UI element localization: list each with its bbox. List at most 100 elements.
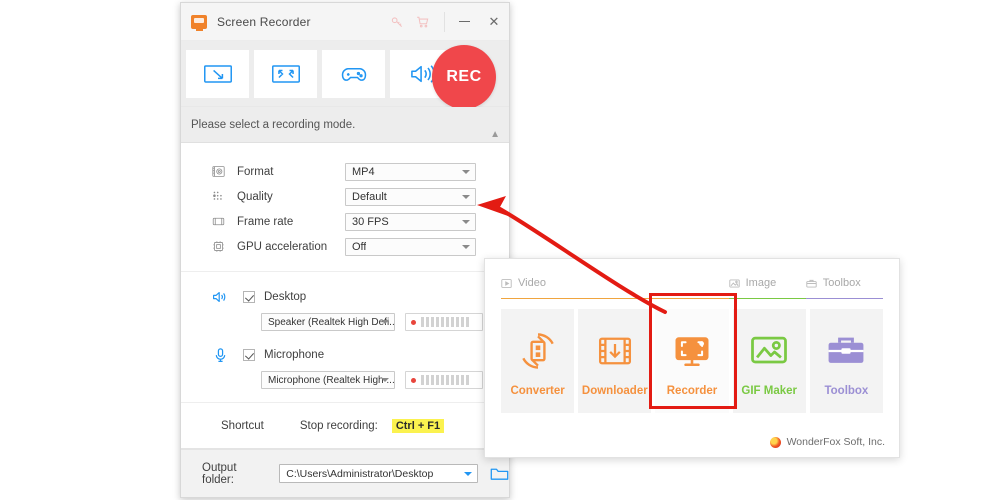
microphone-device-value: Microphone (Realtek High ... <box>268 374 394 386</box>
setting-label-quality: Quality <box>237 190 273 203</box>
category-image: Image <box>728 275 806 299</box>
minimize-button[interactable] <box>449 3 479 41</box>
module-launcher-panel: Video Image Toolbox Converter Downloader… <box>484 258 900 458</box>
setting-label-frame-rate: Frame rate <box>237 215 294 228</box>
setting-label-gpu-acceleration: GPU acceleration <box>237 240 328 253</box>
desktop-audio-header: Desktop <box>181 286 509 308</box>
title-bar: Screen Recorder ✕ <box>181 3 509 41</box>
mode-custom-region-button[interactable] <box>186 49 249 98</box>
microphone-row: Microphone (Realtek High ... <box>181 368 509 392</box>
category-label-toolbox: Toolbox <box>822 277 861 289</box>
collapse-chevron-icon[interactable]: ▲ <box>490 130 500 140</box>
stop-recording-label: Stop recording: <box>299 419 378 432</box>
chevron-down-icon <box>462 169 470 174</box>
monitor-record-icon <box>670 327 714 375</box>
tile-converter[interactable]: Converter <box>501 309 575 413</box>
microphone-label: Microphone <box>264 349 325 361</box>
speaker-icon <box>211 290 229 304</box>
gpu-acceleration-dropdown[interactable]: Off <box>345 237 476 256</box>
film-frame-icon <box>212 215 225 228</box>
output-folder-bar: Output folder: C:\Users\Administrator\De… <box>181 449 509 497</box>
setting-row-quality: Quality Default <box>181 184 509 209</box>
tile-label-gif-maker: GIF Maker <box>741 385 798 397</box>
toolbox-icon <box>806 278 817 289</box>
microphone-device-dropdown[interactable]: Microphone (Realtek High ... <box>261 371 395 389</box>
shopping-cart-icon[interactable] <box>410 10 436 34</box>
desktop-device-value: Speaker (Realtek High Defi... <box>268 316 394 328</box>
folder-icon[interactable] <box>490 466 509 482</box>
tile-toolbox[interactable]: Toolbox <box>809 309 884 413</box>
category-label-video: Video <box>518 277 546 289</box>
mode-fullscreen-button[interactable] <box>254 49 317 98</box>
brand-footer: WonderFox Soft, Inc. <box>769 436 885 448</box>
desktop-audio-checkbox[interactable] <box>243 291 255 303</box>
image-icon <box>728 278 740 289</box>
hint-text: Please select a recording mode. <box>191 118 356 131</box>
app-title: Screen Recorder <box>217 14 311 29</box>
desktop-audio-label: Desktop <box>264 291 307 303</box>
converter-film-circle-icon <box>516 327 560 375</box>
frame-rate-value: 30 FPS <box>352 215 389 228</box>
tile-recorder[interactable]: Recorder <box>655 309 729 413</box>
microphone-header: Microphone <box>181 344 509 366</box>
category-label-image: Image <box>745 277 777 289</box>
gpu-acceleration-value: Off <box>352 240 367 253</box>
chevron-down-icon <box>381 320 389 324</box>
category-toolbox: Toolbox <box>805 275 883 299</box>
format-dropdown[interactable]: MP4 <box>345 162 476 181</box>
record-dot-icon <box>411 377 416 383</box>
microphone-checkbox[interactable] <box>243 349 255 361</box>
audio-section: Desktop Speaker (Realtek High Defi... Mi… <box>181 272 509 403</box>
chevron-down-icon <box>462 219 470 224</box>
titlebar-divider <box>444 11 445 32</box>
key-icon[interactable] <box>384 10 410 34</box>
desktop-audio-row: Speaker (Realtek High Defi... <box>181 310 509 334</box>
screen-recorder-window: Screen Recorder ✕ REC Please select a re… <box>180 2 510 498</box>
video-play-icon <box>501 278 512 289</box>
chevron-down-icon <box>462 244 470 249</box>
app-icon <box>191 14 207 31</box>
output-folder-label: Output folder: <box>202 461 237 486</box>
setting-label-format: Format <box>237 165 274 178</box>
mountain-photo-icon <box>747 327 791 375</box>
microphone-icon <box>211 347 229 363</box>
output-folder-dropdown[interactable]: C:\Users\Administrator\Desktop <box>279 464 478 483</box>
chip-icon <box>212 240 225 253</box>
microphone-volume-meter <box>405 371 483 389</box>
quality-value: Default <box>352 190 387 203</box>
rec-button[interactable]: REC <box>432 45 496 109</box>
quality-dropdown[interactable]: Default <box>345 187 476 206</box>
close-button[interactable]: ✕ <box>479 3 509 41</box>
setting-row-format: Format MP4 <box>181 159 509 184</box>
shortcut-section: Shortcut Stop recording: Ctrl + F1 <box>181 403 509 449</box>
tile-label-downloader: Downloader <box>581 385 648 397</box>
quality-dots-icon <box>212 190 225 203</box>
category-row: Video Image Toolbox <box>485 259 899 299</box>
format-value: MP4 <box>352 165 375 178</box>
film-gear-icon <box>212 165 225 178</box>
tile-label-toolbox: Toolbox <box>824 385 869 397</box>
tile-label-converter: Converter <box>510 385 565 397</box>
shortcut-title: Shortcut <box>221 419 264 432</box>
wonderfox-logo-icon <box>769 436 781 448</box>
output-folder-path: C:\Users\Administrator\Desktop <box>286 467 434 480</box>
film-download-arrow-icon <box>594 327 636 375</box>
mode-game-button[interactable] <box>322 49 385 98</box>
setting-row-gpu-acceleration: GPU acceleration Off <box>181 234 509 259</box>
briefcase-icon <box>824 327 868 375</box>
brand-text: WonderFox Soft, Inc. <box>786 436 885 448</box>
desktop-device-dropdown[interactable]: Speaker (Realtek High Defi... <box>261 313 395 331</box>
category-video: Video <box>501 275 729 299</box>
recording-mode-strip: REC <box>181 41 509 109</box>
chevron-down-icon <box>464 471 472 476</box>
tile-downloader[interactable]: Downloader <box>578 309 652 413</box>
frame-rate-dropdown[interactable]: 30 FPS <box>345 212 476 231</box>
stop-recording-hotkey[interactable]: Ctrl + F1 <box>391 418 445 433</box>
tile-label-recorder: Recorder <box>666 385 718 397</box>
setting-row-frame-rate: Frame rate 30 FPS <box>181 209 509 234</box>
record-dot-icon <box>411 319 416 325</box>
hint-bar: Please select a recording mode. ▲ <box>181 107 509 143</box>
chevron-down-icon <box>462 194 470 199</box>
tile-gif-maker[interactable]: GIF Maker <box>732 309 806 413</box>
chevron-down-icon <box>381 378 389 382</box>
